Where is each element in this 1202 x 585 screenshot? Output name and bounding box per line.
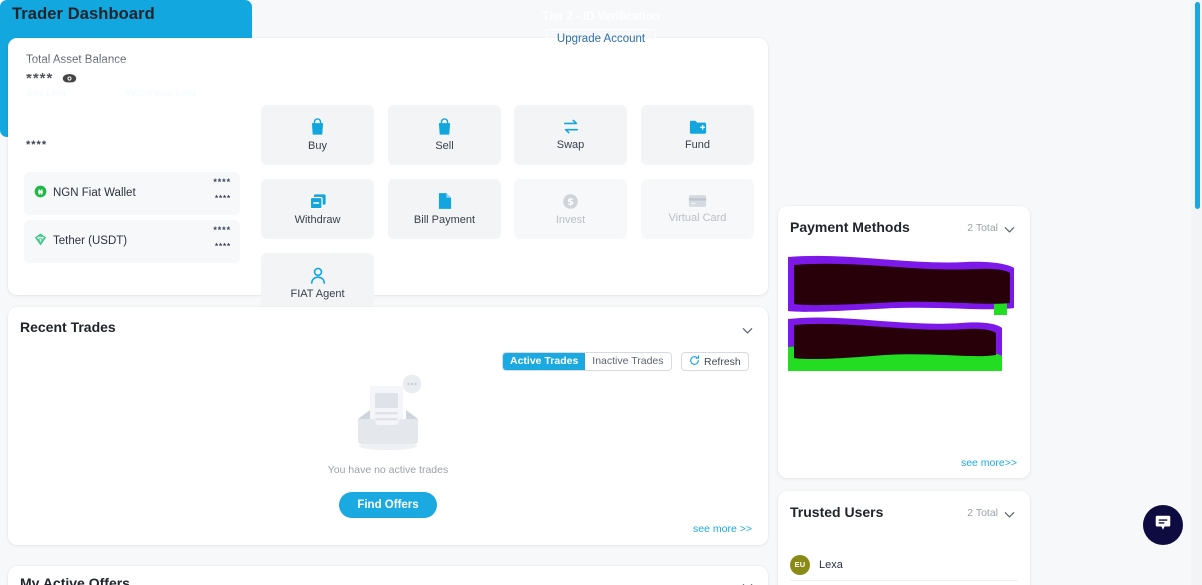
wallet-label: NGN Fiat Wallet [53, 187, 136, 199]
action-tile-fiat-agent[interactable]: FIAT Agent [261, 253, 374, 313]
action-tile-sell[interactable]: Sell [388, 105, 501, 165]
refresh-icon [689, 354, 700, 369]
buy-limit-group: Buy Limit 78,795,000 NGN [27, 87, 113, 115]
balance-secondary-value: **** [26, 139, 48, 151]
trusted-user-row[interactable]: EU Lexa [790, 549, 1018, 581]
withdraw-cards-icon [309, 193, 327, 210]
action-tile-label: Withdraw [294, 213, 341, 226]
wallet-label: Tether (USDT) [53, 235, 128, 247]
action-tile-fund[interactable]: Fund [641, 105, 754, 165]
chevron-down-icon[interactable] [741, 580, 754, 585]
wallet-amount-primary: **** [213, 177, 231, 187]
wallet-amount-secondary: **** [214, 194, 231, 203]
document-icon [438, 192, 452, 210]
wallet-row-ngn[interactable]: ₦ NGN Fiat Wallet **** **** [24, 172, 240, 215]
wallet-amount-secondary: **** [214, 242, 231, 251]
buy-limit-label: Buy Limit [27, 88, 67, 99]
action-tile-label: FIAT Agent [290, 287, 345, 300]
chevron-down-icon[interactable] [741, 324, 754, 337]
user-icon [310, 267, 326, 284]
tab-inactive-trades[interactable]: Inactive Trades [585, 353, 671, 370]
action-tile-bill-payment[interactable]: Bill Payment [388, 179, 501, 239]
recent-trades-card: Recent Trades Active Trades Inactive Tra… [8, 307, 768, 545]
action-tile-label: Virtual Card [668, 212, 727, 224]
find-offers-button[interactable]: Find Offers [339, 492, 437, 518]
swap-arrows-icon [561, 119, 581, 135]
redaction-overlay-icon [788, 255, 1014, 371]
naira-coin-icon: ₦ [34, 185, 47, 201]
limit-divider [27, 82, 225, 83]
dollar-coin-icon: $ [562, 193, 579, 210]
my-active-offers-title: My Active Offers [20, 575, 130, 585]
buy-limit-value: 78,795,000 NGN [27, 101, 114, 113]
payment-methods-redacted-list [786, 251, 1022, 371]
refresh-label: Refresh [704, 355, 741, 368]
limit-box: Limit Buy Limit 78,795,000 NGN Withdrawa… [18, 60, 234, 121]
trades-see-more-link[interactable]: see more >> [693, 523, 752, 535]
svg-text:₦: ₦ [38, 187, 43, 196]
payment-methods-total: 2 Total [967, 222, 998, 234]
dashboard-page: Trader Dashboard Total Asset Balance ***… [0, 0, 1202, 585]
withdrawal-limit-value: 39,397,500 NGN [126, 101, 213, 113]
wallet-amount-primary: **** [213, 225, 231, 235]
trades-filter-tabs: Active Trades Inactive Trades [502, 352, 672, 371]
tier-verification-card: Tier 2 - ID Verification Upgrade Account… [0, 0, 660, 137]
chevron-down-icon[interactable] [1003, 508, 1016, 521]
action-tile-buy[interactable]: Buy [261, 105, 374, 165]
empty-inbox-icon [349, 374, 427, 457]
chat-bubble-icon [1153, 513, 1173, 538]
action-tile-label: Invest [555, 213, 586, 226]
tier-title: Tier 2 - ID Verification [542, 11, 660, 23]
action-tile-label: Sell [435, 140, 454, 152]
wallet-name-group: Tether (USDT) [34, 233, 127, 249]
credit-card-icon [688, 194, 707, 208]
shopping-bag-icon [436, 118, 453, 136]
tether-icon [34, 233, 47, 249]
upgrade-account-button[interactable]: Upgrade Account [545, 29, 657, 49]
page-scrollbar-track[interactable] [1191, 0, 1202, 585]
avatar: EU [790, 554, 810, 575]
trusted-users-title: Trusted Users [790, 504, 884, 520]
refresh-button[interactable]: Refresh [681, 352, 749, 371]
wallet-name-group: ₦ NGN Fiat Wallet [34, 185, 136, 201]
trades-empty-state: You have no active trades Find Offers [8, 373, 768, 518]
payment-methods-title: Payment Methods [790, 219, 910, 235]
trusted-users-card: Trusted Users 2 Total EU Lexa [778, 491, 1030, 585]
trusted-user-name: Lexa [819, 558, 843, 571]
action-tile-virtual-card[interactable]: Virtual Card [641, 179, 754, 239]
action-tile-invest[interactable]: $ Invest [514, 179, 627, 239]
action-tile-withdraw[interactable]: Withdraw [261, 179, 374, 239]
withdrawal-limit-label: Withdrawal Limit [126, 88, 196, 99]
payment-methods-see-more-link[interactable]: see more>> [961, 457, 1017, 469]
shopping-bag-icon [309, 118, 326, 136]
tab-active-trades[interactable]: Active Trades [503, 353, 586, 370]
action-tile-swap[interactable]: Swap [514, 105, 627, 165]
my-active-offers-card: My Active Offers [8, 566, 768, 585]
chevron-down-icon[interactable] [1003, 223, 1016, 236]
wallet-row-usdt[interactable]: Tether (USDT) **** **** [24, 220, 240, 263]
withdrawal-limit-group: Withdrawal Limit 39,397,500 NGN [126, 87, 212, 115]
recent-trades-title: Recent Trades [20, 319, 116, 335]
folder-plus-icon [689, 119, 707, 135]
svg-text:$: $ [567, 197, 574, 208]
payment-methods-card: Payment Methods 2 Total see more>> [778, 206, 1030, 478]
action-tile-label: Fund [684, 139, 711, 151]
action-tile-label: Buy [308, 140, 327, 152]
chat-support-button[interactable] [1143, 505, 1183, 545]
limit-title: Limit [27, 65, 53, 77]
action-tile-label: Swap [556, 139, 585, 151]
trusted-users-total: 2 Total [967, 507, 998, 519]
action-tile-label: Bill Payment [413, 214, 476, 226]
empty-state-text: You have no active trades [327, 464, 449, 476]
page-scrollbar-thumb[interactable] [1195, 2, 1200, 209]
